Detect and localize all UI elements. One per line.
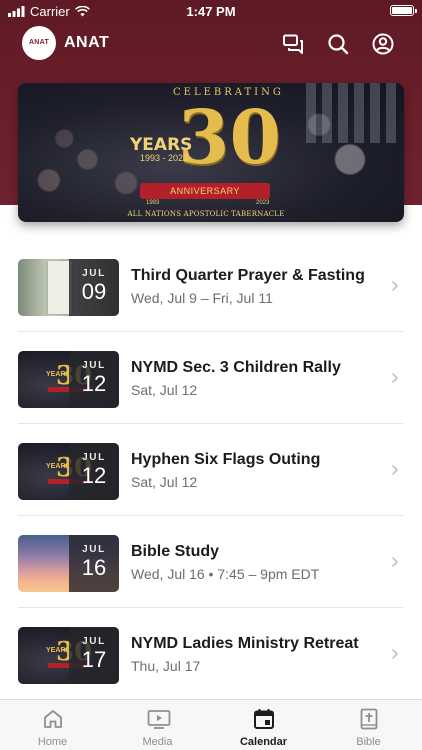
- date-day: 12: [81, 371, 107, 396]
- app-bar: ANAT ANAT: [0, 26, 422, 62]
- tab-label: Calendar: [239, 736, 288, 748]
- event-date: Wed, Jul 16 • 7:45 – 9pm EDT: [131, 566, 320, 582]
- event-row[interactable]: YEARS 30 JUL 17 NYMD Ladies Ministry Ret…: [0, 608, 422, 700]
- date-month: JUL: [82, 452, 106, 463]
- date-month: JUL: [82, 360, 106, 371]
- date-month: JUL: [82, 636, 106, 647]
- banner-year-left: 1993: [146, 200, 160, 206]
- event-date: Sat, Jul 12: [131, 382, 198, 398]
- event-title: Bible Study: [131, 543, 220, 560]
- event-thumbnail: JUL 16: [18, 535, 119, 592]
- date-day: 16: [81, 555, 107, 580]
- search-icon[interactable]: [326, 32, 350, 56]
- event-row[interactable]: JUL 16 Bible Study Wed, Jul 16 • 7:45 – …: [0, 516, 422, 608]
- banner-church-name: ALL NATIONS APOSTOLIC TABERNACLE: [127, 210, 285, 218]
- date-day: 17: [81, 647, 107, 672]
- event-title: NYMD Ladies Ministry Retreat: [131, 635, 359, 652]
- logo-mark: ANAT: [28, 39, 50, 46]
- banner-windows: [306, 83, 396, 143]
- account-icon[interactable]: [371, 32, 395, 56]
- date-badge: JUL 16: [69, 535, 119, 592]
- date-badge: JUL 17: [69, 627, 119, 684]
- home-icon: [44, 710, 62, 728]
- chat-icon[interactable]: [281, 32, 305, 56]
- event-title: Hyphen Six Flags Outing: [131, 451, 321, 468]
- tab-home[interactable]: Home: [0, 700, 105, 750]
- chevron-right-icon: [391, 648, 399, 660]
- tab-bible[interactable]: Bible: [316, 700, 421, 750]
- date-month: JUL: [82, 544, 106, 555]
- event-row[interactable]: JUL 09 Third Quarter Prayer & Fasting We…: [0, 240, 422, 332]
- event-date: Sat, Jul 12: [131, 474, 198, 490]
- event-thumbnail: YEARS 30 JUL 17: [18, 627, 119, 684]
- event-thumbnail: YEARS 30 JUL 12: [18, 351, 119, 408]
- event-thumbnail: JUL 09: [18, 259, 119, 316]
- event-title: Third Quarter Prayer & Fasting: [131, 267, 365, 284]
- date-badge: JUL 12: [69, 351, 119, 408]
- banner-year-range: 1993 - 2023: [140, 153, 189, 163]
- tab-label: Media: [142, 736, 173, 748]
- banner-years: YEARS: [130, 135, 193, 155]
- chevron-right-icon: [391, 464, 399, 476]
- date-day: 09: [81, 279, 107, 304]
- event-title: NYMD Sec. 3 Children Rally: [131, 359, 341, 376]
- anniversary-banner[interactable]: CELEBRATING 30 YEARS 1993 - 2023 ANNIVER…: [18, 83, 404, 222]
- event-date: Thu, Jul 17: [131, 658, 201, 674]
- tab-label: Home: [37, 736, 68, 748]
- church-logo[interactable]: ANAT: [22, 26, 56, 60]
- play-icon: [147, 710, 171, 729]
- event-thumbnail: YEARS 30 JUL 12: [18, 443, 119, 500]
- tab-bar: Home Media Calendar Bible: [0, 699, 422, 750]
- banner-thirty: 30: [178, 95, 281, 181]
- status-time: 1:47 PM: [186, 4, 236, 19]
- event-row[interactable]: YEARS 30 JUL 12 NYMD Sec. 3 Children Ral…: [0, 332, 422, 424]
- chevron-right-icon: [391, 372, 399, 384]
- calendar-icon: [254, 709, 274, 729]
- banner-ribbon: ANNIVERSARY: [140, 183, 270, 199]
- date-badge: JUL 09: [69, 259, 119, 316]
- tab-media[interactable]: Media: [105, 700, 210, 750]
- event-date: Wed, Jul 9 – Fri, Jul 11: [131, 290, 273, 306]
- date-badge: JUL 12: [69, 443, 119, 500]
- banner-year-right: 2023: [256, 200, 270, 206]
- tab-calendar[interactable]: Calendar: [211, 700, 316, 750]
- chevron-right-icon: [391, 280, 399, 292]
- event-row[interactable]: YEARS 30 JUL 12 Hyphen Six Flags Outing …: [0, 424, 422, 516]
- status-bar: Carrier 1:47 PM: [0, 0, 422, 22]
- date-day: 12: [81, 463, 107, 488]
- battery-icon: [390, 5, 417, 16]
- date-month: JUL: [82, 268, 106, 279]
- tab-label: Bible: [356, 736, 381, 748]
- app-title: ANAT: [64, 34, 110, 51]
- chevron-right-icon: [391, 556, 399, 568]
- bible-icon: [360, 708, 378, 730]
